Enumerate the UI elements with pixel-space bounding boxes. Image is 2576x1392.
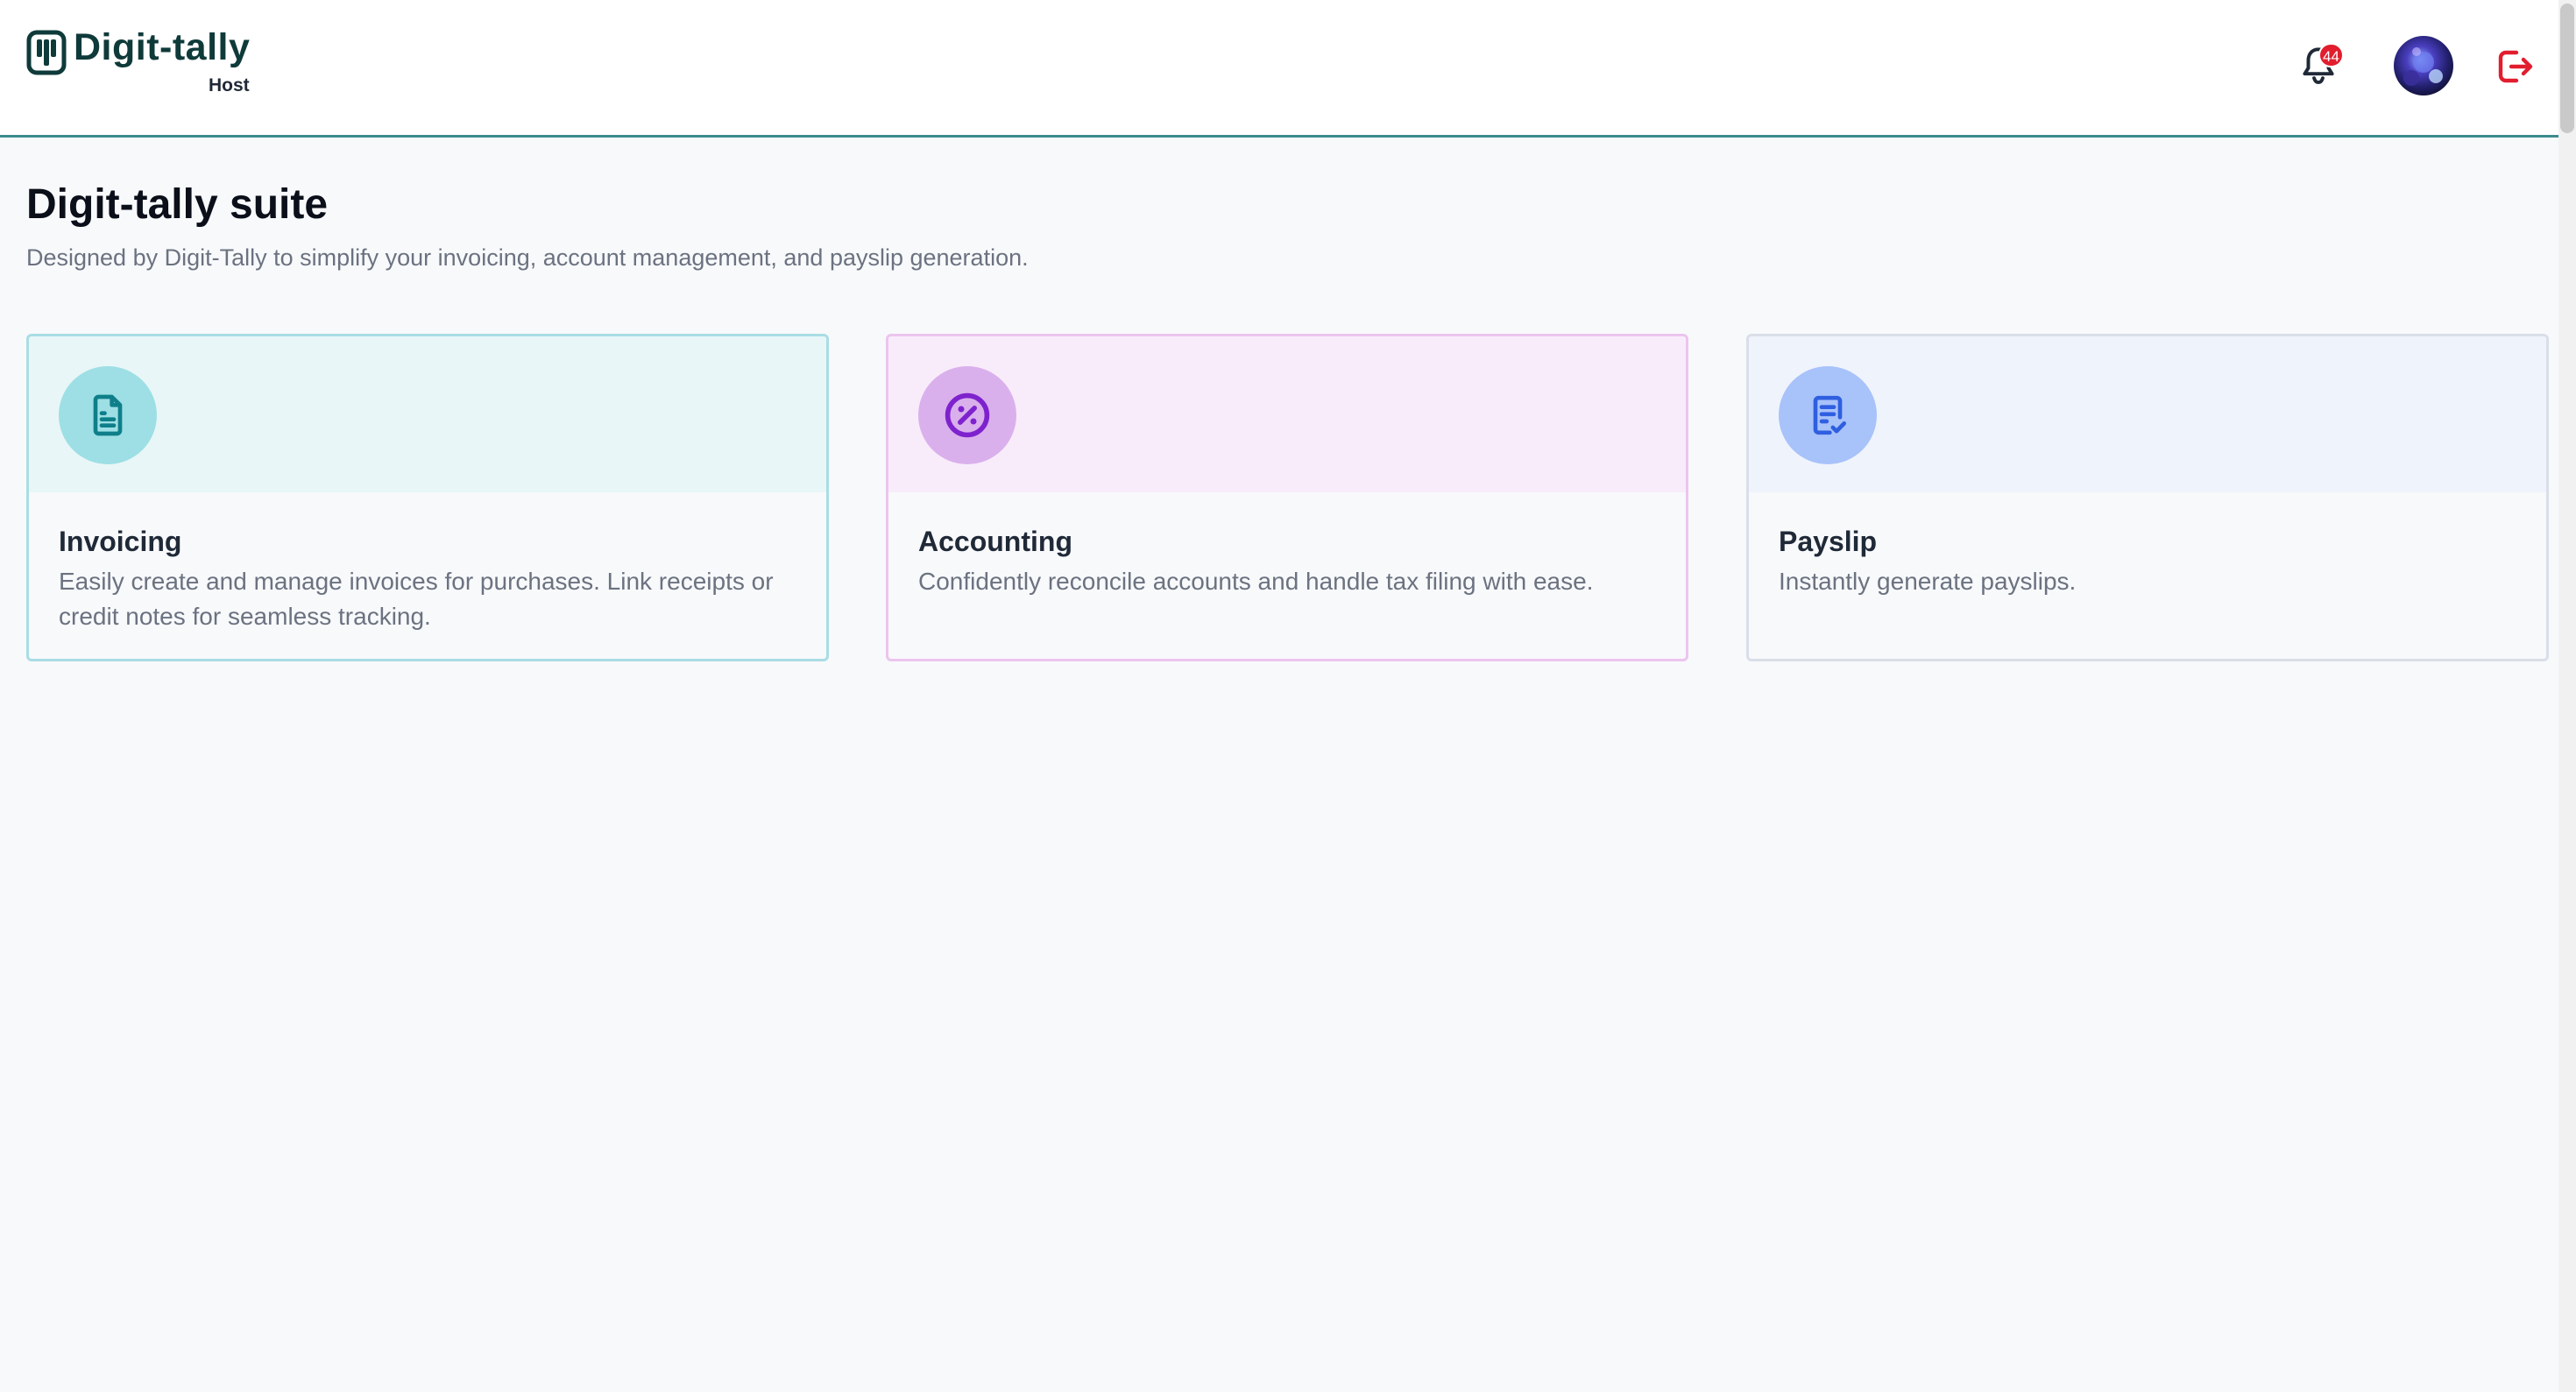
- card-header: [1749, 336, 2546, 492]
- card-header: [29, 336, 826, 492]
- card-icon-circle: [59, 366, 157, 464]
- payslip-check-icon: [1813, 395, 1846, 435]
- user-avatar[interactable]: [2394, 36, 2453, 95]
- brand-name: Digit-tally: [74, 26, 251, 68]
- invoicing-card[interactable]: Invoicing Easily create and manage invoi…: [26, 334, 829, 661]
- card-icon-circle: [1779, 366, 1877, 464]
- notification-count-badge: 44: [2318, 43, 2344, 67]
- notifications-button[interactable]: 44: [2296, 39, 2345, 92]
- app-root: Digit-tally Host 44 Digit-tally suite De…: [0, 0, 2576, 1392]
- scrollbar-thumb[interactable]: [2560, 4, 2574, 133]
- card-title: Accounting: [918, 526, 1072, 557]
- brand-subtitle: Host: [209, 75, 250, 95]
- document-icon: [93, 394, 123, 436]
- card-description: Easily create and manage invoices for pu…: [59, 568, 774, 630]
- card-header: [888, 336, 1686, 492]
- page-title: Digit-tally suite: [26, 181, 329, 228]
- percent-icon: [945, 392, 990, 438]
- card-description: Instantly generate payslips.: [1779, 568, 2077, 595]
- card-title: Payslip: [1779, 526, 1878, 557]
- card-title: Invoicing: [59, 526, 182, 557]
- scrollbar-track[interactable]: [2558, 0, 2576, 1392]
- avatar-image: [2394, 36, 2453, 95]
- accounting-card[interactable]: Accounting Confidently reconcile account…: [886, 334, 1688, 661]
- top-bar: Digit-tally Host 44: [0, 0, 2558, 138]
- page-subtitle: Designed by Digit-Tally to simplify your…: [26, 244, 1029, 271]
- payslip-card[interactable]: Payslip Instantly generate payslips.: [1746, 334, 2549, 661]
- card-description: Confidently reconcile accounts and handl…: [918, 568, 1594, 595]
- logout-icon: [2498, 50, 2533, 83]
- logout-button[interactable]: [2494, 46, 2536, 88]
- card-icon-circle: [918, 366, 1016, 464]
- digit-tally-logo-icon: [26, 30, 67, 75]
